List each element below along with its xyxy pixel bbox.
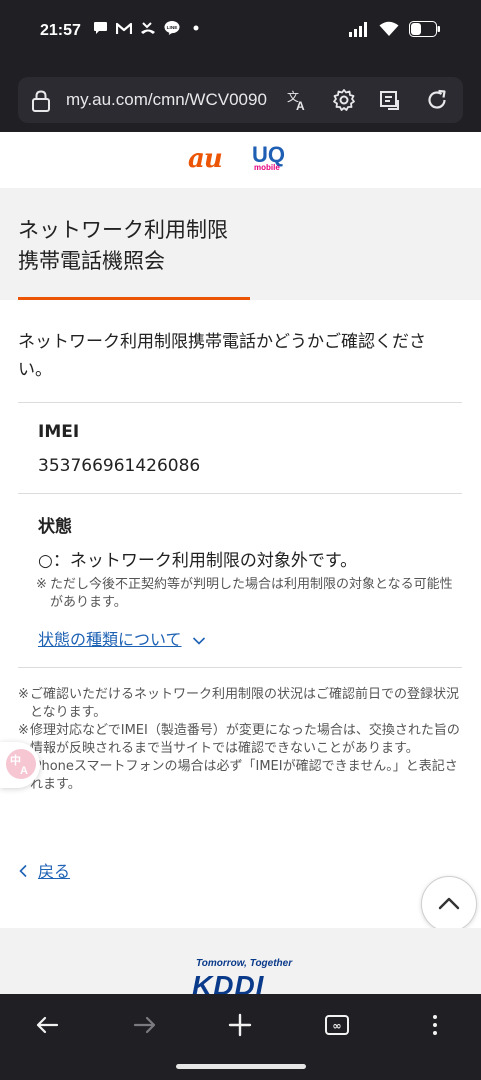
url-text[interactable]: my.au.com/cmn/WCV0090	[66, 90, 292, 110]
wifi-icon	[379, 21, 399, 41]
note-mark: ※	[36, 577, 47, 592]
footer: Tomorrow, Together KDDI	[0, 928, 481, 994]
footnote-2: ※ 修理対応などでIMEI（製造番号）が変更になった場合は、交換された旨の情報が反…	[18, 723, 460, 756]
status-note: ※ ただし今後不正契約等が判明した場合は利用制限の対象となる可能性があります。	[36, 576, 460, 612]
kddi-tagline: Tomorrow, Together	[196, 958, 293, 969]
page-title-line1: ネットワーク利用制限	[18, 218, 228, 242]
kddi-logo[interactable]: KDDI	[192, 970, 264, 994]
new-tab-icon[interactable]	[225, 1010, 255, 1040]
forward-arrow-icon[interactable]	[130, 1010, 160, 1040]
status-note-text: ただし今後不正契約等が判明した場合は利用制限の対象となる可能性があります。	[50, 577, 453, 610]
line-badge-text: LINE	[167, 25, 178, 30]
divider	[18, 402, 462, 403]
status-types-link-text[interactable]: 状態の種類について	[38, 630, 182, 649]
translate-fab-icon[interactable]: 中A	[6, 749, 36, 779]
gesture-handle[interactable]	[176, 1064, 306, 1069]
imei-label: IMEI	[38, 422, 80, 442]
reload-icon[interactable]	[425, 88, 449, 112]
signal-icon	[349, 21, 369, 41]
gmail-icon	[116, 20, 132, 36]
status-label: 状態	[38, 517, 72, 537]
tabs-icon[interactable]: ∞	[322, 1010, 352, 1040]
lock-icon[interactable]	[30, 89, 52, 117]
dot-icon	[188, 20, 204, 36]
web-page: au UQ mobile ネットワーク利用制限 携帯電話機照会 ネットワーク利用…	[0, 132, 481, 994]
status-time: 21:57	[40, 22, 81, 39]
battery-icon	[409, 21, 441, 41]
chevron-left-icon[interactable]	[18, 864, 28, 878]
intro-text: ネットワーク利用制限携帯電話かどうかご確認ください。	[18, 332, 426, 380]
tab-count: ∞	[332, 1020, 341, 1033]
divider	[18, 493, 462, 494]
back-link[interactable]: 戻る	[18, 858, 70, 882]
system-icons	[349, 21, 441, 41]
footnote-1: ※ ご確認いただけるネットワーク利用制限の状況はご確認前日での登録状況となります。	[18, 687, 460, 720]
page-title-band: ネットワーク利用制限 携帯電話機照会	[0, 188, 481, 300]
svg-text:A: A	[20, 765, 28, 777]
page-title-line2: 携帯電話機照会	[18, 249, 165, 273]
status-value: ○：ネットワーク利用制限の対象外です。	[38, 551, 358, 571]
uq-mobile-logo[interactable]: UQ mobile	[252, 142, 285, 172]
scroll-to-top-button[interactable]	[421, 876, 477, 932]
brand-header: au UQ mobile	[0, 132, 481, 188]
title-accent-underline	[18, 297, 250, 300]
missed-call-icon	[140, 20, 156, 36]
more-menu-icon[interactable]	[420, 1010, 450, 1040]
back-link-text[interactable]: 戻る	[38, 862, 70, 881]
settings-icon[interactable]	[332, 88, 356, 112]
chevron-up-icon[interactable]	[422, 877, 476, 931]
line-app-icon: LINE	[164, 20, 180, 36]
imei-value: 353766961426086	[38, 456, 201, 476]
chat-bubble-icon	[92, 20, 108, 36]
au-logo[interactable]: au	[188, 144, 223, 174]
notification-icons: LINE	[92, 20, 204, 36]
translate-icon[interactable]: 文A	[286, 88, 310, 113]
chevron-down-icon[interactable]	[192, 631, 206, 650]
browser-bottom-nav: ∞	[0, 994, 481, 1080]
divider	[18, 667, 462, 668]
status-types-link[interactable]: 状態の種類について	[38, 626, 182, 650]
footnotes: ※ ご確認いただけるネットワーク利用制限の状況はご確認前日での登録状況となります。…	[18, 686, 464, 794]
back-arrow-icon[interactable]	[32, 1010, 62, 1040]
uq-logo-text: UQ	[252, 142, 285, 167]
read-mode-icon[interactable]	[378, 88, 402, 112]
browser-url-bar[interactable]: my.au.com/cmn/WCV0090 文A	[18, 77, 463, 123]
status-bar: 21:57 LINE	[0, 0, 481, 68]
footnote-3: ※iPhoneスマートフォンの場合は必ず「IMEIが確認できません。」と表記され…	[18, 759, 458, 792]
svg-text:A: A	[296, 99, 305, 112]
